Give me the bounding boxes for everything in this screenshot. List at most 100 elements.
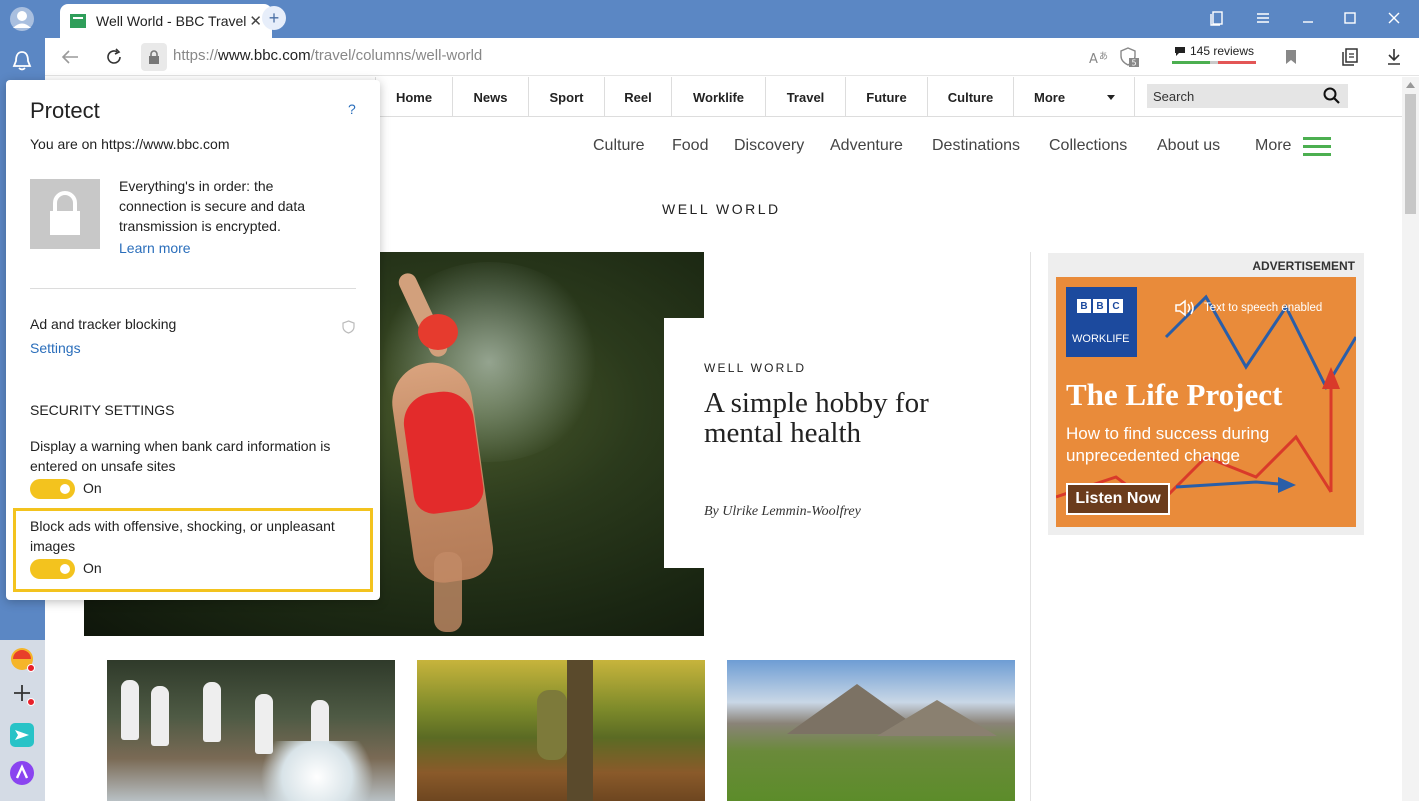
notification-dot bbox=[27, 698, 35, 706]
tree-trunk bbox=[567, 660, 593, 801]
column-divider bbox=[1030, 252, 1031, 801]
travel-nav-adventure[interactable]: Adventure bbox=[830, 137, 903, 155]
bbc-nav-culture[interactable]: Culture bbox=[927, 77, 1013, 117]
tab-title: Well World - BBC Travel bbox=[96, 13, 247, 29]
article-byline: By Ulrike Lemmin-Woolfrey bbox=[704, 504, 861, 519]
article-title[interactable]: A simple hobby for mental health bbox=[704, 388, 1004, 448]
chevron-down-icon bbox=[1107, 94, 1116, 100]
translate-icon[interactable]: Aあ bbox=[1085, 44, 1111, 70]
tracker-shield-icon[interactable]: 5 bbox=[1117, 44, 1143, 70]
notifications-bell-icon[interactable] bbox=[7, 46, 37, 76]
bbc-nav-home[interactable]: Home bbox=[375, 77, 452, 117]
add-app-icon[interactable] bbox=[7, 678, 37, 708]
travel-nav-destinations[interactable]: Destinations bbox=[932, 137, 1020, 155]
back-arrow-icon[interactable] bbox=[57, 44, 83, 70]
ad-tracker-blocking-label: Ad and tracker blocking bbox=[30, 316, 177, 332]
bbc-nav-news[interactable]: News bbox=[452, 77, 528, 117]
protect-popup: Protect ? You are on https://www.bbc.com… bbox=[6, 80, 380, 600]
thumbnail-mountain-meadow[interactable] bbox=[727, 660, 1015, 801]
reading-list-icon[interactable] bbox=[1337, 44, 1363, 70]
profile-avatar-icon[interactable] bbox=[7, 4, 37, 34]
bank-card-warning-state: On bbox=[83, 480, 102, 496]
travel-nav-discovery[interactable]: Discovery bbox=[734, 137, 804, 155]
settings-link[interactable]: Settings bbox=[30, 340, 81, 356]
divider bbox=[30, 288, 356, 289]
text-to-speech-notice: Text to speech enabled bbox=[1174, 299, 1322, 317]
travel-nav-about-us[interactable]: About us bbox=[1157, 137, 1220, 155]
bank-card-warning-toggle[interactable] bbox=[30, 479, 75, 499]
review-rating-bar bbox=[1172, 61, 1256, 64]
logo-letter: B bbox=[1077, 299, 1091, 313]
help-button[interactable]: ? bbox=[348, 101, 356, 117]
maximize-icon[interactable] bbox=[1337, 6, 1363, 30]
url-path: /travel/columns/well-world bbox=[310, 47, 483, 64]
bank-card-warning-label: Display a warning when bank card informa… bbox=[30, 438, 331, 474]
tab-well-world[interactable]: Well World - BBC Travel ✕ bbox=[60, 4, 272, 38]
tracker-count: 5 bbox=[1132, 59, 1137, 68]
ad-subtitle: How to find success during unprecedented… bbox=[1066, 424, 1270, 465]
tab-bar: Well World - BBC Travel ✕ + bbox=[45, 0, 1419, 38]
shield-icon bbox=[342, 320, 355, 334]
learn-more-link[interactable]: Learn more bbox=[119, 240, 191, 256]
bbc-nav-future[interactable]: Future bbox=[845, 77, 927, 117]
bbc-nav-more[interactable]: More bbox=[1013, 77, 1135, 117]
security-settings-heading: SECURITY SETTINGS bbox=[30, 402, 175, 418]
bbc-worklife-logo: B B C WORKLIFE bbox=[1066, 287, 1137, 357]
close-window-icon[interactable] bbox=[1381, 6, 1407, 30]
thumbnail-forest-rest[interactable] bbox=[417, 660, 705, 801]
site-security-lock-icon[interactable] bbox=[141, 43, 167, 71]
menu-hamburger-icon[interactable] bbox=[1303, 137, 1331, 161]
messenger-app-icon[interactable] bbox=[7, 720, 37, 750]
article-card[interactable]: WELL WORLD A simple hobby for mental hea… bbox=[664, 318, 1030, 568]
travel-nav-collections[interactable]: Collections bbox=[1049, 137, 1127, 155]
search-placeholder: Search bbox=[1153, 88, 1195, 104]
bbc-nav-worklife[interactable]: Worklife bbox=[671, 77, 765, 117]
logo-subtitle: WORKLIFE bbox=[1072, 333, 1130, 345]
svg-text:あ: あ bbox=[1099, 51, 1108, 62]
mail-app-icon[interactable] bbox=[7, 644, 37, 674]
tts-text: Text to speech enabled bbox=[1204, 302, 1323, 314]
search-icon[interactable] bbox=[1323, 87, 1340, 104]
sidebar-apps-panel bbox=[0, 640, 45, 801]
figure bbox=[203, 682, 221, 742]
downloads-icon[interactable] bbox=[1381, 44, 1407, 70]
svg-text:A: A bbox=[1089, 52, 1098, 66]
travel-nav-food[interactable]: Food bbox=[672, 137, 708, 155]
block-offensive-ads-state: On bbox=[83, 560, 102, 576]
listen-now-button[interactable]: Listen Now bbox=[1066, 483, 1170, 515]
bbc-nav-travel[interactable]: Travel bbox=[765, 77, 845, 117]
new-tab-button[interactable]: + bbox=[262, 6, 286, 30]
red-swim-cap bbox=[418, 314, 458, 350]
bbc-search-input[interactable]: Search bbox=[1147, 84, 1348, 108]
bbc-nav-reel[interactable]: Reel bbox=[604, 77, 671, 117]
scroll-up-arrow-icon[interactable] bbox=[1406, 82, 1415, 88]
waterfall bbox=[257, 741, 377, 801]
minimize-icon[interactable] bbox=[1295, 6, 1321, 30]
thumbnail-white-robed-figures[interactable] bbox=[107, 660, 395, 801]
ad-label: ADVERTISEMENT bbox=[1252, 259, 1355, 273]
block-offensive-ads-toggle[interactable] bbox=[30, 559, 75, 579]
swimmer-legs bbox=[434, 552, 462, 632]
ad-creative[interactable]: B B C WORKLIFE Text to speech enabled Th… bbox=[1056, 277, 1356, 527]
scroll-thumb[interactable] bbox=[1405, 94, 1416, 214]
menu-hamburger-icon[interactable] bbox=[1250, 6, 1276, 30]
logo-letter: B bbox=[1093, 299, 1107, 313]
reload-icon[interactable] bbox=[101, 44, 127, 70]
person-resting bbox=[537, 690, 567, 760]
url-host: www.bbc.com bbox=[218, 47, 311, 64]
bookmark-icon[interactable] bbox=[1278, 44, 1304, 70]
secure-lock-icon bbox=[30, 179, 100, 249]
travel-nav-more[interactable]: More bbox=[1255, 137, 1291, 155]
tab-close-icon[interactable]: ✕ bbox=[249, 12, 262, 30]
bbc-nav-sport[interactable]: Sport bbox=[528, 77, 604, 117]
url-text: https://www.bbc.com/travel/columns/well-… bbox=[173, 47, 482, 64]
page-scrollbar[interactable] bbox=[1402, 77, 1419, 801]
speaker-icon bbox=[1175, 299, 1194, 317]
bbc-favicon-icon bbox=[70, 14, 86, 28]
advertisement: ADVERTISEMENT B B C WORKLIFE Text to spe… bbox=[1048, 253, 1364, 535]
site-reviews-badge[interactable]: 145 reviews bbox=[1170, 44, 1258, 70]
article-kicker: WELL WORLD bbox=[704, 361, 807, 375]
bookmarks-collections-icon[interactable] bbox=[1204, 6, 1230, 30]
alice-assistant-icon[interactable] bbox=[7, 758, 37, 788]
travel-nav-culture[interactable]: Culture bbox=[593, 137, 645, 155]
